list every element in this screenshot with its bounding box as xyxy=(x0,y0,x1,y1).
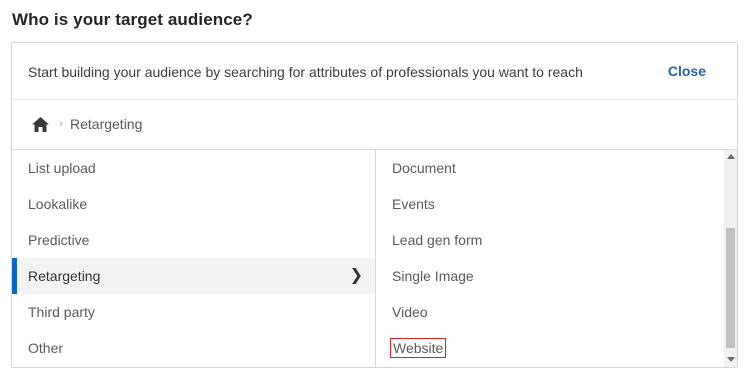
category-item-lookalike[interactable]: Lookalike xyxy=(12,186,375,222)
subcategory-list: Document Events Lead gen form Single Ima… xyxy=(376,150,725,367)
subcategory-item-events[interactable]: Events xyxy=(376,186,725,222)
subcategory-label: Single Image xyxy=(392,268,474,284)
category-item-retargeting[interactable]: Retargeting ❯ xyxy=(12,258,375,294)
category-label: Predictive xyxy=(28,232,90,248)
category-label: Retargeting xyxy=(28,268,101,284)
subcategory-label: Video xyxy=(392,304,428,320)
category-label: Other xyxy=(28,340,64,356)
vertical-scrollbar[interactable] xyxy=(724,150,737,367)
category-label: Lookalike xyxy=(28,196,88,212)
category-item-predictive[interactable]: Predictive xyxy=(12,222,375,258)
category-item-list-upload[interactable]: List upload xyxy=(12,150,375,186)
scroll-up-arrow-icon[interactable] xyxy=(727,154,735,159)
category-item-other[interactable]: Other xyxy=(12,330,375,366)
breadcrumb-current[interactable]: Retargeting xyxy=(70,116,142,132)
category-label: Third party xyxy=(28,304,95,320)
subcategory-item-document[interactable]: Document xyxy=(376,150,725,186)
close-button[interactable]: Close xyxy=(668,63,706,79)
chevron-right-icon: ❯ xyxy=(349,267,363,284)
subcategory-label: Document xyxy=(392,160,456,176)
breadcrumb-separator: › xyxy=(59,116,63,130)
search-row: Start building your audience by searchin… xyxy=(12,43,737,100)
subcategory-item-single-image[interactable]: Single Image xyxy=(376,258,725,294)
subcategory-label: Events xyxy=(392,196,435,212)
audience-heading: Who is your target audience? xyxy=(12,10,253,29)
category-item-third-party[interactable]: Third party xyxy=(12,294,375,330)
subcategory-label: Website xyxy=(390,338,447,358)
subcategory-label: Lead gen form xyxy=(392,232,483,248)
subcategory-item-video[interactable]: Video xyxy=(376,294,725,330)
home-icon[interactable] xyxy=(32,117,49,132)
subcategory-item-website[interactable]: Website xyxy=(376,330,725,366)
scroll-down-arrow-icon[interactable] xyxy=(727,357,735,362)
category-label: List upload xyxy=(28,160,96,176)
breadcrumb: › Retargeting xyxy=(12,100,737,150)
scrollbar-thumb[interactable] xyxy=(726,228,735,348)
search-hint: Start building your audience by searchin… xyxy=(28,64,583,80)
subcategory-item-lead-gen-form[interactable]: Lead gen form xyxy=(376,222,725,258)
audience-panel: Start building your audience by searchin… xyxy=(11,42,738,368)
category-list: List upload Lookalike Predictive Retarge… xyxy=(12,150,376,367)
